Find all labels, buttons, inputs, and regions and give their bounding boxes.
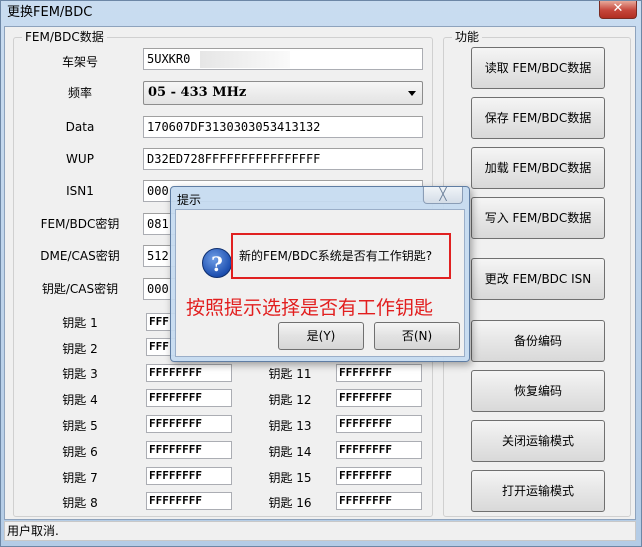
- fem-bdc-data-group-title: FEM/BDC数据: [22, 30, 107, 44]
- key-5-field[interactable]: FFFFFFFF: [146, 415, 232, 433]
- disable-transport-mode-button[interactable]: 关闭运输模式: [471, 420, 605, 462]
- yes-button[interactable]: 是(Y): [278, 322, 364, 350]
- key-13-label: 钥匙 13: [268, 419, 312, 433]
- read-fem-bdc-button[interactable]: 读取 FEM/BDC数据: [471, 47, 605, 89]
- load-fem-bdc-button[interactable]: 加载 FEM/BDC数据: [471, 147, 605, 189]
- wup-field[interactable]: D32ED728FFFFFFFFFFFFFFFF: [143, 148, 423, 170]
- data-label: Data: [65, 120, 95, 134]
- chevron-down-icon: [408, 91, 416, 96]
- key-6-label: 钥匙 6: [62, 445, 98, 459]
- dialog-message: 新的FEM/BDC系统是否有工作钥匙?: [231, 233, 451, 279]
- annotation-text: 按照提示选择是否有工作钥匙: [186, 297, 434, 319]
- change-isn-button[interactable]: 更改 FEM/BDC ISN: [471, 258, 605, 300]
- key-15-field[interactable]: FFFFFFFF: [336, 467, 422, 485]
- dialog-message-text: 新的FEM/BDC系统是否有工作钥匙?: [239, 249, 433, 263]
- key-2-label: 钥匙 2: [62, 342, 98, 356]
- dialog-body: ? 是(Y) 否(N): [175, 209, 465, 357]
- status-bar: 用户取消.: [4, 521, 636, 541]
- vin-label: 车架号: [61, 55, 98, 69]
- key-3-field[interactable]: FFFFFFFF: [146, 364, 232, 382]
- key-15-label: 钥匙 15: [268, 471, 312, 485]
- key-12-label: 钥匙 12: [268, 393, 312, 407]
- key-5-label: 钥匙 5: [62, 419, 98, 433]
- save-fem-bdc-button[interactable]: 保存 FEM/BDC数据: [471, 97, 605, 139]
- wup-label: WUP: [66, 152, 94, 166]
- write-fem-bdc-button[interactable]: 写入 FEM/BDC数据: [471, 197, 605, 239]
- key-4-label: 钥匙 4: [62, 393, 98, 407]
- key-16-label: 钥匙 16: [268, 496, 312, 510]
- window-close-button[interactable]: ✕: [599, 1, 637, 19]
- restore-coding-button[interactable]: 恢复编码: [471, 370, 605, 412]
- key-8-field[interactable]: FFFFFFFF: [146, 492, 232, 510]
- window-title: 更换FEM/BDC: [7, 5, 93, 20]
- key-7-field[interactable]: FFFFFFFF: [146, 467, 232, 485]
- key-1-label: 钥匙 1: [62, 316, 98, 330]
- frequency-label: 频率: [67, 86, 92, 100]
- backup-coding-button[interactable]: 备份编码: [471, 320, 605, 362]
- enable-transport-mode-button[interactable]: 打开运输模式: [471, 470, 605, 512]
- vin-field[interactable]: 5UXKR0: [143, 48, 423, 70]
- key-6-field[interactable]: FFFFFFFF: [146, 441, 232, 459]
- key-cas-key-label: 钥匙/CAS密钥: [41, 282, 119, 296]
- key-12-field[interactable]: FFFFFFFF: [336, 389, 422, 407]
- function-group-title: 功能: [452, 30, 483, 44]
- window-titlebar: 更换FEM/BDC: [1, 1, 641, 27]
- dialog-close-button[interactable]: ╳: [423, 187, 463, 204]
- key-14-field[interactable]: FFFFFFFF: [336, 441, 422, 459]
- frequency-select[interactable]: 05 - 433 MHz: [143, 81, 423, 105]
- key-3-label: 钥匙 3: [62, 367, 98, 381]
- key-11-field[interactable]: FFFFFFFF: [336, 364, 422, 382]
- data-field[interactable]: 170607DF3130303053413132: [143, 116, 423, 138]
- key-7-label: 钥匙 7: [62, 471, 98, 485]
- isn1-label: ISN1: [66, 184, 94, 198]
- dialog-title: 提示: [177, 193, 202, 207]
- question-icon: ?: [202, 248, 232, 278]
- no-button[interactable]: 否(N): [374, 322, 460, 350]
- key-8-label: 钥匙 8: [62, 496, 98, 510]
- key-13-field[interactable]: FFFFFFFF: [336, 415, 422, 433]
- vin-value: 5UXKR0: [147, 52, 191, 66]
- fem-key-label: FEM/BDC密钥: [40, 217, 120, 231]
- vin-redaction: [200, 51, 290, 68]
- dme-cas-key-label: DME/CAS密钥: [40, 249, 120, 263]
- status-text: 用户取消.: [7, 524, 59, 538]
- key-16-field[interactable]: FFFFFFFF: [336, 492, 422, 510]
- key-14-label: 钥匙 14: [268, 445, 312, 459]
- frequency-value: 05 - 433 MHz: [148, 85, 247, 100]
- key-11-label: 钥匙 11: [268, 367, 312, 381]
- key-4-field[interactable]: FFFFFFFF: [146, 389, 232, 407]
